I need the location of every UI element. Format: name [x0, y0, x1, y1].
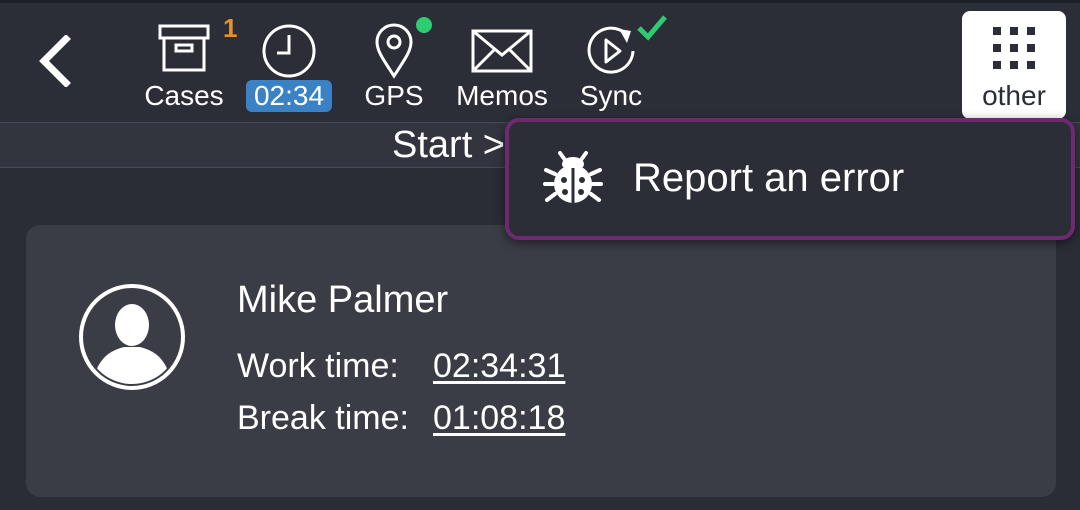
nav-sync[interactable]: Sync	[561, 15, 667, 117]
archive-box-icon	[158, 24, 210, 72]
chevron-left-icon	[39, 35, 71, 87]
menu-item-report-error[interactable]: Report an error	[509, 122, 1071, 236]
work-time-label: Work time:	[237, 347, 399, 385]
break-time-label: Break time:	[237, 399, 409, 437]
nav-sync-label: Sync	[579, 80, 643, 111]
grid-icon	[993, 27, 1035, 69]
nav-clock[interactable]: 02:34	[239, 17, 339, 117]
check-icon	[637, 15, 667, 41]
menu-item-label: Report an error	[633, 156, 905, 200]
breadcrumb-start[interactable]: Start >	[392, 123, 505, 167]
avatar-icon	[79, 284, 185, 390]
nav-cases-label: Cases	[144, 80, 224, 111]
nav-memos-label: Memos	[456, 80, 548, 111]
gps-status-dot	[416, 17, 432, 33]
other-label: other	[982, 80, 1046, 111]
other-dropdown-menu: Report an error	[505, 118, 1075, 240]
location-pin-icon	[375, 23, 413, 79]
work-time-value[interactable]: 02:34:31	[433, 345, 565, 387]
clock-icon	[262, 24, 316, 78]
user-card: Mike Palmer Work time: 02:34:31 Break ti…	[26, 225, 1056, 497]
nav-gps-label: GPS	[364, 80, 424, 111]
nav-memos[interactable]: Memos	[452, 17, 552, 117]
user-name: Mike Palmer	[237, 279, 449, 321]
bug-icon	[543, 151, 603, 203]
envelope-icon	[471, 29, 533, 73]
nav-gps[interactable]: GPS	[344, 17, 444, 117]
break-time-value[interactable]: 01:08:18	[433, 397, 565, 439]
nav-cases[interactable]: 1 Cases	[134, 13, 237, 117]
back-button[interactable]	[28, 29, 80, 93]
cases-count-badge: 1	[223, 13, 238, 43]
current-time-badge: 02:34	[245, 80, 333, 112]
other-menu-button[interactable]: other	[962, 11, 1066, 119]
sync-icon	[587, 26, 635, 74]
top-toolbar: 1 Cases 02:34 GPS Memos Sync other	[0, 0, 1080, 122]
